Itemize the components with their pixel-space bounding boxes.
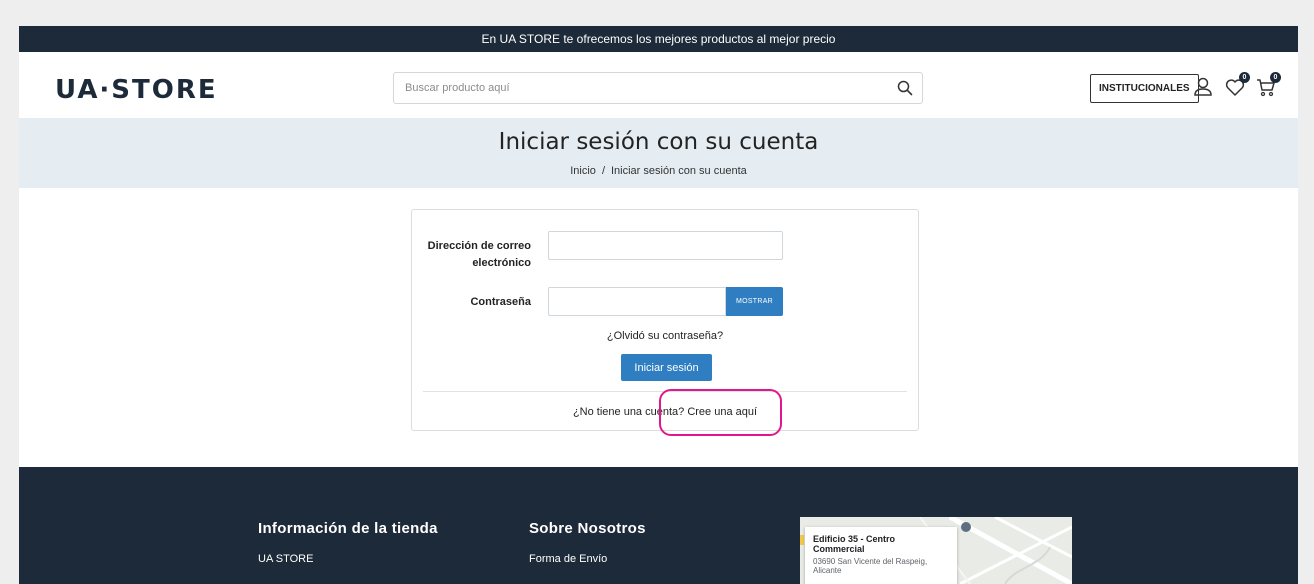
search-input[interactable]: [394, 73, 874, 103]
wishlist-count-badge: 0: [1239, 72, 1250, 83]
store-name: UA STORE: [258, 553, 314, 565]
announcement-text: En UA STORE te ofrecemos los mejores pro…: [481, 32, 836, 46]
password-label: Contraseña: [470, 296, 531, 308]
footer-store-info: Información de la tienda UA STORE: [258, 520, 438, 565]
footer-about: Sobre Nosotros Forma de Envío: [529, 520, 646, 565]
wishlist-icon[interactable]: 0: [1224, 72, 1250, 98]
shipping-link[interactable]: Forma de Envío: [529, 553, 646, 565]
about-heading: Sobre Nosotros: [529, 520, 646, 537]
form-divider: [423, 391, 907, 392]
breadcrumb-current: Iniciar sesión con su cuenta: [611, 165, 747, 177]
cart-icon[interactable]: 0: [1255, 72, 1281, 98]
password-field[interactable]: [548, 287, 726, 316]
map-place-name: Edificio 35 - Centro Commercial: [813, 534, 896, 554]
announcement-bar: En UA STORE te ofrecemos los mejores pro…: [19, 26, 1298, 52]
store-info-heading: Información de la tienda: [258, 520, 438, 537]
map-info-card: Edificio 35 - Centro Commercial 03690 Sa…: [805, 527, 957, 584]
register-row: ¿No tiene una cuenta? Cree una aquí: [412, 406, 918, 418]
store-logo[interactable]: UA·STORE: [55, 76, 218, 104]
map-address-line2: Alicante: [813, 566, 842, 575]
breadcrumb-home[interactable]: Inicio: [570, 165, 596, 177]
forgot-password-link[interactable]: ¿Olvidó su contraseña?: [607, 330, 723, 342]
breadcrumb: Inicio / Iniciar sesión con su cuenta: [19, 165, 1298, 177]
page-title: Iniciar sesión con su cuenta: [498, 129, 819, 155]
store-map[interactable]: Edificio 35 - Centro Commercial 03690 Sa…: [800, 517, 1072, 584]
login-form: Dirección de correo electrónico Contrase…: [411, 209, 919, 431]
page-title-banner: Iniciar sesión con su cuenta Inicio / Inic…: [19, 118, 1298, 188]
institutional-label: INSTITUCIONALES: [1099, 83, 1190, 94]
breadcrumb-separator: /: [601, 165, 605, 177]
cart-count-badge: 0: [1270, 72, 1281, 83]
map-address-line1: 03690 San Vicente del Raspeig,: [813, 557, 928, 566]
search-icon[interactable]: [896, 79, 914, 97]
no-account-text: ¿No tiene una cuenta?: [572, 406, 685, 418]
search-bar: [393, 72, 923, 104]
login-submit-button[interactable]: Iniciar sesión: [621, 354, 712, 381]
email-label-line1: Dirección de correo: [427, 240, 531, 252]
show-password-button[interactable]: MOSTRAR: [726, 287, 783, 316]
email-label-line2: electrónico: [472, 257, 531, 269]
forgot-password-row: ¿Olvidó su contraseña?: [412, 330, 918, 342]
user-icon[interactable]: [1192, 76, 1214, 98]
institutional-button[interactable]: INSTITUCIONALES: [1090, 74, 1199, 103]
create-account-link[interactable]: Cree una aquí: [687, 406, 757, 418]
email-field[interactable]: [548, 231, 783, 260]
site-footer: Información de la tienda UA STORE Sobre …: [19, 467, 1298, 584]
site-header: UA·STORE INSTITUCIONALES 0 0: [19, 52, 1298, 118]
page: En UA STORE te ofrecemos los mejores pro…: [19, 26, 1298, 584]
email-label: Dirección de correo electrónico: [418, 238, 531, 272]
